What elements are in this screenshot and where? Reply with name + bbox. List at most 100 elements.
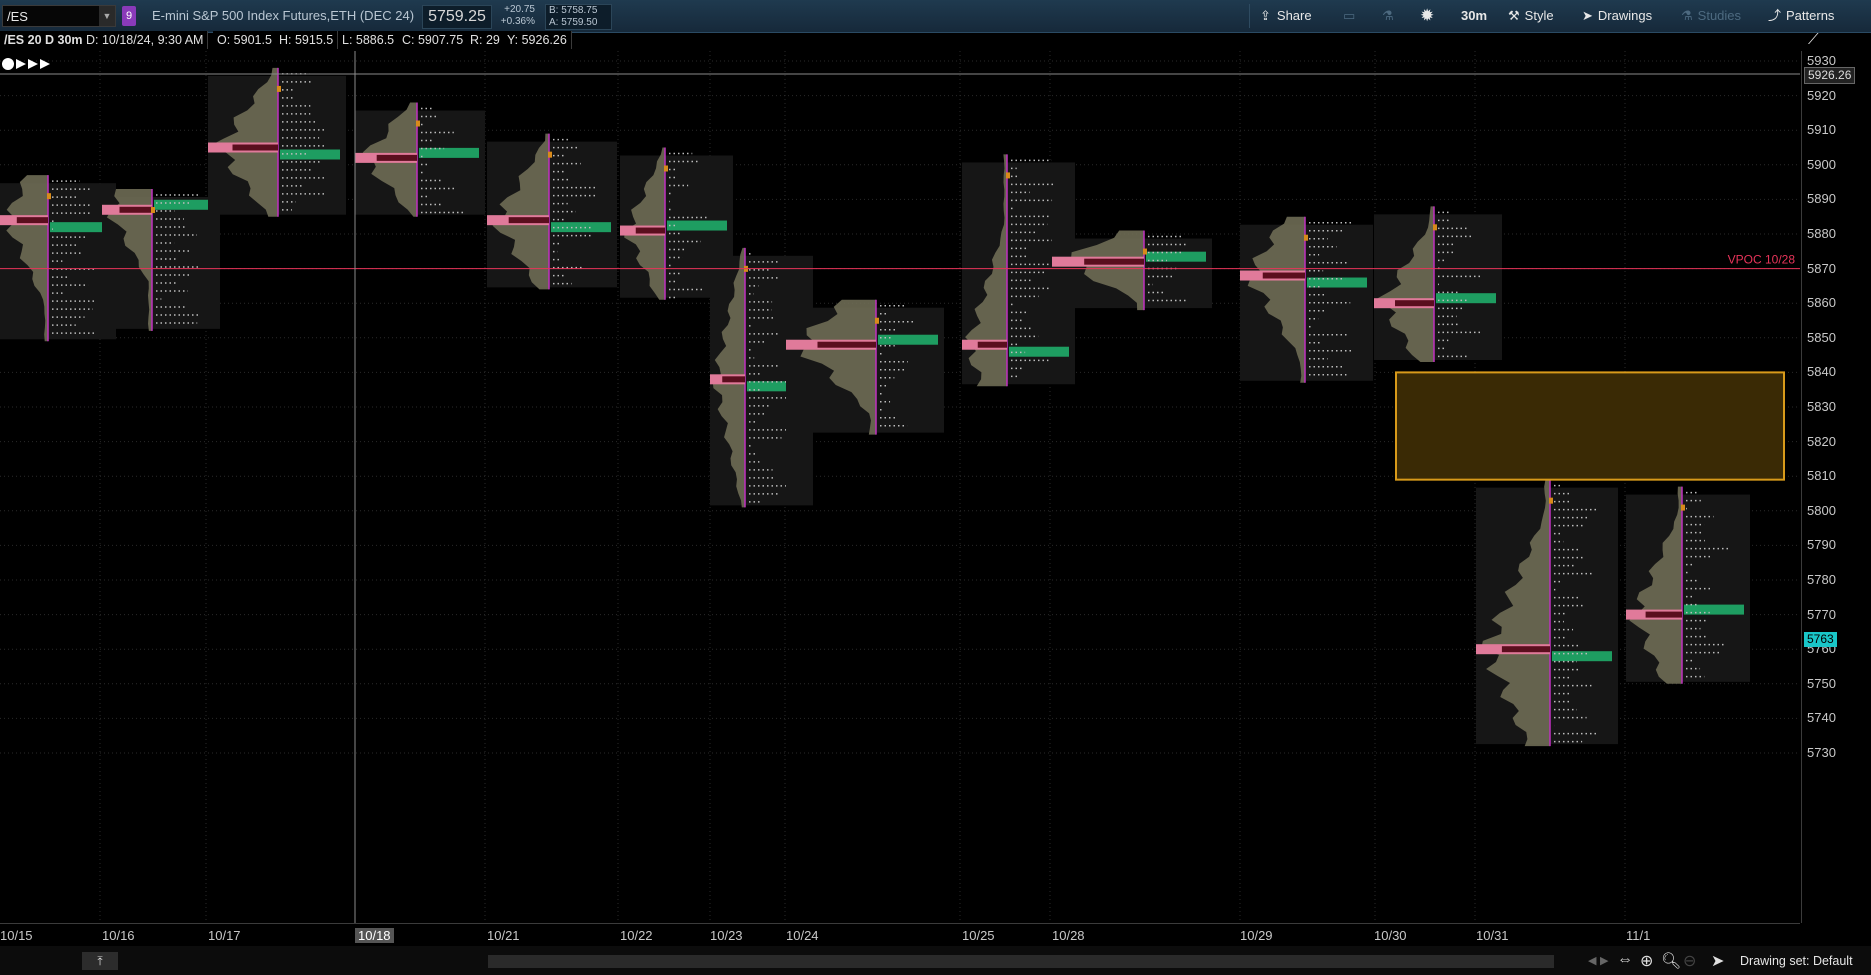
poc-bar-inner	[120, 207, 153, 213]
scroll-right-icon[interactable]: ▶	[1600, 954, 1608, 967]
info-date: D: 10/18/24, 9:30 AM	[82, 31, 208, 49]
scroll-left-icon[interactable]: ◀	[1588, 954, 1596, 967]
poc-bar-inner	[722, 376, 745, 382]
price-tick-label: 5850	[1807, 330, 1836, 345]
time-tick-label: 10/23	[710, 928, 743, 943]
open-marker	[1143, 249, 1147, 255]
zoom-in-icon[interactable]: 🔍︎	[1661, 951, 1681, 971]
time-tick-label: 10/16	[102, 928, 135, 943]
open-marker	[1433, 224, 1437, 230]
time-tick-label: 10/28	[1052, 928, 1085, 943]
open-marker	[875, 318, 879, 324]
cursor-arrow-icon: ➤	[1582, 8, 1593, 23]
info-range: R: 29	[466, 31, 505, 49]
pan-arrows-icon[interactable]: ⇔	[1617, 951, 1633, 969]
symbol-dropdown-chevron-icon[interactable]: ▼	[99, 6, 115, 26]
price-tick-label: 5900	[1807, 157, 1836, 172]
bid-price: B: 5758.75	[549, 5, 611, 17]
value-area-tag	[878, 335, 938, 345]
chart-title: /ES 20 D 30m	[0, 31, 88, 49]
value-area-tag	[419, 148, 479, 158]
value-area-tag	[1009, 347, 1069, 357]
poc-bar-inner	[233, 145, 279, 151]
info-high: H: 5915.5	[275, 31, 338, 49]
time-tick-label: 10/21	[487, 928, 520, 943]
price-tick-label: 5880	[1807, 226, 1836, 241]
drawings-button[interactable]: ➤ Drawings	[1582, 6, 1652, 26]
open-marker	[548, 152, 552, 158]
toolbar-separator	[1249, 4, 1250, 28]
bid-ask-box: B: 5758.75 A: 5759.50	[545, 4, 612, 30]
screenshot-icon[interactable]: ▭	[1343, 6, 1355, 26]
open-marker	[416, 121, 420, 127]
share-button[interactable]: ⇪ Share	[1260, 6, 1312, 26]
poc-bar-inner	[1084, 259, 1144, 265]
open-marker	[1006, 172, 1010, 178]
zoom-out-icon[interactable]: ⊖	[1683, 951, 1696, 971]
price-tick-label: 5730	[1807, 745, 1836, 760]
market-profile-chart[interactable]: VPOC 10/28	[0, 51, 1800, 923]
value-area-tag	[50, 222, 110, 232]
price-tick-label: 5810	[1807, 468, 1836, 483]
ask-price: A: 5759.50	[549, 17, 611, 29]
drawing-set-label[interactable]: Drawing set: Default	[1740, 954, 1853, 968]
price-axis[interactable]: 5930 5920 5910 5900 5890 5880 5870 5860 5850 5840…	[1801, 51, 1871, 923]
open-marker	[151, 207, 155, 213]
info-close: C: 5907.75	[398, 31, 468, 49]
scroll-to-start-button[interactable]: ⤒	[82, 952, 118, 970]
settings-gear-icon[interactable]: ✹	[1420, 6, 1434, 26]
link-group-badge[interactable]: 9	[122, 6, 136, 26]
open-marker	[664, 166, 668, 172]
time-axis[interactable]: 10/15 10/16 10/17 10/18 10/21 10/22 10/23 10/24…	[0, 923, 1800, 946]
crosshair-price-label: 5926.26	[1804, 67, 1855, 84]
profile-background	[1240, 225, 1373, 381]
pointer-cursor-icon[interactable]: ➤	[1711, 951, 1724, 971]
price-tick-label: 5740	[1807, 710, 1836, 725]
flask-icon[interactable]: ⚗	[1382, 6, 1394, 26]
price-tick-label: 5770	[1807, 607, 1836, 622]
pct-change: +0.36%	[495, 16, 535, 28]
value-area-tag	[1436, 293, 1496, 303]
last-price-label: 5763	[1804, 632, 1837, 647]
chart-tool-icon[interactable]: ⟋	[1808, 31, 1819, 48]
style-button[interactable]: ⚒ Style	[1508, 6, 1554, 26]
value-area-tag	[1552, 651, 1612, 661]
price-tick-label: 5870	[1807, 261, 1836, 276]
poc-bar-inner	[377, 155, 417, 161]
price-tick-label: 5890	[1807, 191, 1836, 206]
open-marker	[1304, 235, 1308, 241]
patterns-icon: ⤴	[1768, 8, 1781, 23]
price-tick-label: 5790	[1807, 537, 1836, 552]
vpoc-label: VPOC 10/28	[1728, 253, 1796, 267]
horizontal-scrollbar[interactable]	[488, 955, 1554, 968]
studies-button[interactable]: ⚗ Studies	[1681, 6, 1741, 26]
poc-bar-inner	[1646, 612, 1682, 618]
time-tick-label: 11/1	[1626, 928, 1650, 943]
symbol-input[interactable]: /ES ▼	[2, 5, 116, 27]
drawings-label: Drawings	[1598, 8, 1652, 23]
patterns-label: Patterns	[1786, 8, 1834, 23]
studies-label: Studies	[1698, 8, 1741, 23]
price-tick-label: 5820	[1807, 434, 1836, 449]
share-icon: ⇪	[1260, 8, 1271, 23]
share-label: Share	[1277, 8, 1312, 23]
crosshair-icon[interactable]: ⊕	[1640, 951, 1653, 971]
top-toolbar: /ES ▼ 9 E-mini S&P 500 Index Futures,ETH…	[0, 0, 1871, 33]
value-area-tag	[280, 150, 340, 160]
poc-bar-inner	[636, 228, 665, 234]
poc-bar-inner	[17, 217, 48, 223]
price-tick-label: 5910	[1807, 122, 1836, 137]
time-tick-label: 10/30	[1374, 928, 1407, 943]
poc-bar-inner	[509, 217, 549, 223]
time-tick-label: 10/22	[620, 928, 653, 943]
style-label: Style	[1525, 8, 1554, 23]
timeframe-button[interactable]: 30m	[1461, 6, 1487, 26]
price-tick-label: 5800	[1807, 503, 1836, 518]
info-low: L: 5886.5	[338, 31, 399, 49]
time-tick-label: 10/17	[208, 928, 241, 943]
price-tick-label: 5780	[1807, 572, 1836, 587]
open-marker	[47, 193, 51, 199]
price-tick-label: 5860	[1807, 295, 1836, 310]
patterns-button[interactable]: ⤴ Patterns	[1768, 6, 1834, 26]
time-tick-label: 10/29	[1240, 928, 1273, 943]
